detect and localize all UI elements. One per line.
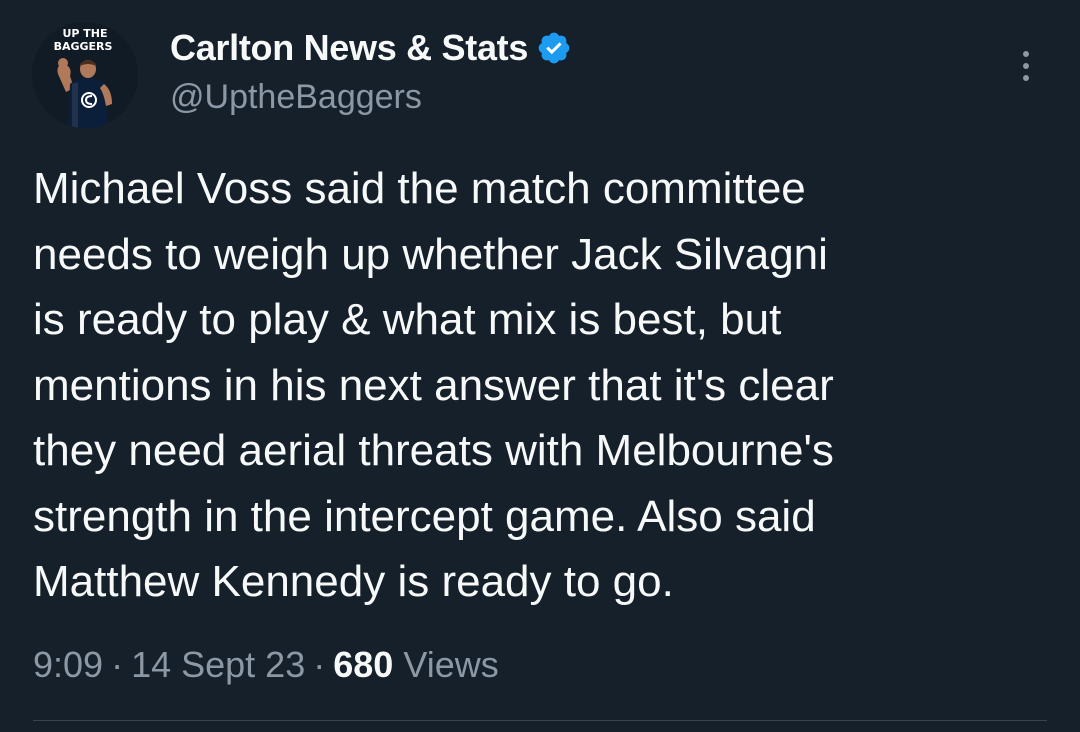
views-label[interactable]: Views: [403, 644, 498, 685]
handle[interactable]: @UptheBaggers: [170, 78, 572, 117]
tweet-text-line: strength in the intercept game. Also sai…: [33, 491, 816, 541]
tweet-text-line: Matthew Kennedy is ready to go.: [33, 557, 674, 606]
more-vertical-icon-dot: [1023, 75, 1029, 81]
more-vertical-icon-dot: [1023, 63, 1029, 69]
tweet-text-line: Michael Voss said the match committee: [33, 164, 806, 213]
more-vertical-icon: [1023, 51, 1029, 57]
views-count[interactable]: 680: [333, 644, 393, 685]
divider: [33, 720, 1047, 721]
tweet-text: Michael Voss said the match committee ne…: [33, 156, 1043, 615]
verified-badge-icon[interactable]: [536, 30, 572, 66]
author-block: Carlton News & Stats @UptheBaggers: [170, 26, 572, 117]
avatar-text-line-2: BAGGERS: [54, 40, 113, 53]
more-options-button[interactable]: [1008, 44, 1044, 88]
tweet-text-line: needs to weigh up whether Jack Silvagni: [33, 229, 828, 279]
tweet-date[interactable]: 14 Sept 23: [131, 644, 305, 685]
meta-separator: ·: [111, 644, 124, 685]
meta-separator: ·: [313, 644, 326, 685]
tweet-card: UP THE BAGGERS Carlton News & Stats @Upt…: [0, 0, 1080, 732]
avatar[interactable]: UP THE BAGGERS: [32, 22, 138, 128]
tweet-text-line: mentions in his next answer that it's cl…: [33, 360, 834, 410]
tweet-text-line: is ready to play & what mix is best, but: [33, 295, 782, 344]
tweet-time[interactable]: 9:09: [33, 644, 103, 685]
tweet-text-line: they need aerial threats with Melbourne'…: [33, 426, 834, 475]
display-name[interactable]: Carlton News & Stats: [170, 27, 528, 69]
avatar-text-line-1: UP THE: [62, 27, 107, 40]
tweet-meta: 9:09 · 14 Sept 23 · 680 Views: [33, 640, 499, 690]
name-row: Carlton News & Stats: [170, 26, 572, 70]
avatar-image: UP THE BAGGERS: [32, 22, 138, 128]
